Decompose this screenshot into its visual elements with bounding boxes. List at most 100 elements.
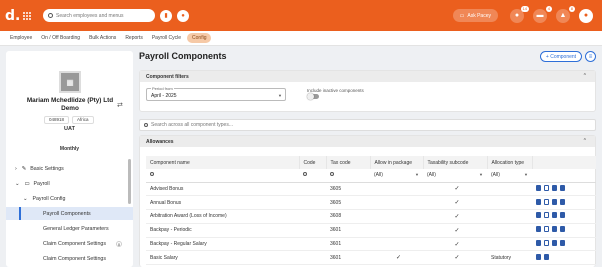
tax-code-filter[interactable] [326, 169, 370, 183]
edit-icon[interactable] [544, 253, 549, 260]
copy-icon[interactable] [544, 198, 549, 205]
search-icon [48, 13, 53, 18]
delete-icon[interactable] [560, 240, 565, 247]
calculator-icon[interactable] [536, 240, 541, 247]
sidebar-item-payroll-components[interactable]: Payroll Components [6, 207, 133, 220]
column-header-name[interactable]: Component name [146, 156, 300, 169]
calculator-icon[interactable] [536, 184, 541, 191]
allow-package [370, 195, 423, 211]
copy-icon[interactable] [544, 212, 549, 219]
allocation-type [487, 195, 532, 211]
allocation-type: Statutory [487, 250, 532, 266]
sidebar-item-claim-settings[interactable]: Claim Component Settings 0 [6, 237, 133, 250]
allow-package [370, 182, 423, 197]
name-filter[interactable] [146, 169, 299, 183]
profile-avatar[interactable]: ● [579, 8, 593, 23]
nav-bulk-actions[interactable]: Bulk Actions [89, 35, 116, 41]
package-filter-value: (All) [374, 172, 383, 179]
row-actions [532, 237, 596, 252]
edit-icon[interactable] [552, 240, 557, 247]
notifications-icon[interactable]: ● 14 [510, 5, 529, 23]
user-icon[interactable]: ● [177, 9, 189, 22]
calculator-icon[interactable] [536, 226, 541, 233]
component-code [299, 182, 326, 197]
package-filter[interactable]: (All) ▼ [370, 169, 423, 183]
nav-onboarding[interactable]: On / Off Boarding [41, 35, 80, 41]
messages-icon[interactable]: ▬ 4 [533, 5, 552, 23]
chevron-down-icon: ⌄ [23, 195, 28, 202]
column-header-allocation[interactable]: Allocation type [487, 156, 533, 169]
table-row[interactable]: Backpay - Regular Salary 3601 ✓ [146, 237, 596, 252]
edit-icon[interactable] [552, 184, 557, 191]
nav-employee[interactable]: Employee [10, 35, 32, 41]
apps-grid-icon[interactable] [23, 11, 31, 20]
allocation-filter[interactable]: (All) ▼ [487, 169, 532, 183]
component-name: Backpay - Periodic [146, 223, 299, 238]
period-value: April - 2025 [151, 93, 177, 99]
allow-package: ✓ [370, 250, 423, 266]
column-header-taxability[interactable]: Taxability subcode [423, 156, 488, 169]
nav-reports[interactable]: Reports [125, 35, 143, 41]
table-row[interactable]: Arbitration Award (Loss of Income) 3608 … [146, 209, 596, 224]
table-row[interactable]: Basic Salary 3601 ✓ ✓ Statutory [146, 250, 596, 266]
period-select[interactable]: Period from April - 2025 ▼ [146, 86, 286, 101]
calculator-icon[interactable] [536, 212, 541, 219]
nav-config[interactable]: Config [187, 33, 212, 43]
sidebar-item-basic-settings[interactable]: › ✎ Basic Settings [6, 162, 133, 175]
sidebar-item-label: Payroll Config [32, 195, 66, 202]
copy-icon[interactable] [544, 226, 549, 233]
inactive-toggle[interactable] [307, 93, 319, 100]
app-logo[interactable]: d. [5, 9, 20, 23]
column-header-code[interactable]: Code [299, 156, 327, 169]
taxability-check: ✓ [423, 250, 487, 266]
sidebar-item-payroll-config[interactable]: ⌄ Payroll Config [6, 192, 133, 205]
ask-pacey-button[interactable]: ▭ Ask Pacey [452, 9, 498, 22]
nav-payroll-cycle[interactable]: Payroll Cycle [152, 35, 181, 41]
table-row[interactable]: Advised Bonus 3605 ✓ [146, 182, 596, 197]
copy-icon[interactable] [544, 240, 549, 247]
delete-icon[interactable] [560, 212, 565, 219]
sidebar-item-label: Claim Component Settings [43, 255, 107, 262]
delete-icon[interactable] [560, 226, 565, 233]
sidebar-item-label: Payroll Components [43, 210, 91, 217]
copy-icon[interactable] [544, 184, 549, 191]
component-filters-header[interactable]: Component filters ⌃ [140, 71, 595, 82]
allowances-header[interactable]: Allowances ⌃ [140, 136, 595, 147]
allocation-filter-value: (All) [491, 172, 500, 179]
delete-icon[interactable] [560, 198, 565, 205]
code-filter[interactable] [299, 169, 326, 183]
global-search-placeholder: Search employees and menus [56, 12, 124, 19]
calculator-icon[interactable] [536, 198, 541, 205]
sidebar-item-general-ledger[interactable]: General Ledger Parameters [6, 222, 133, 235]
add-component-button[interactable]: + Component [540, 51, 582, 62]
taxability-check: ✓ [423, 195, 487, 211]
calculator-icon[interactable] [536, 253, 541, 260]
component-code [299, 195, 326, 211]
component-search-input[interactable]: Search across all component types... [139, 119, 596, 131]
table-row[interactable]: Annual Bonus 3605 ✓ [146, 195, 596, 211]
global-search-input[interactable]: Search employees and menus [43, 9, 155, 22]
sidebar-item-claim-settings-2[interactable]: Claim Component Settings [6, 252, 133, 265]
alerts-icon[interactable]: ▲ 8 [556, 5, 575, 23]
sidebar-item-payroll[interactable]: ⌄ ▭ Payroll [6, 177, 133, 190]
chevron-up-icon[interactable]: ⌃ [583, 138, 587, 144]
edit-icon[interactable] [552, 198, 557, 205]
taxability-filter[interactable]: (All) ▼ [423, 169, 487, 183]
delete-icon[interactable] [560, 184, 565, 191]
table-row[interactable]: Backpay - Periodic 3601 ✓ [146, 223, 596, 238]
notifications-badge: 14 [520, 5, 529, 12]
frequency-label: Monthly [59, 146, 80, 152]
column-header-tax-code[interactable]: Tax code [326, 156, 371, 169]
allocation-type [487, 223, 532, 238]
messages-badge: 4 [545, 5, 552, 12]
edit-icon[interactable] [552, 226, 557, 233]
switch-company-icon[interactable]: ⇄ [117, 101, 123, 109]
chevron-up-icon[interactable]: ⌃ [583, 73, 587, 79]
edit-icon[interactable] [552, 212, 557, 219]
bookmark-icon[interactable]: ▮ [160, 9, 172, 22]
menu-icon[interactable]: ≡ [585, 51, 596, 62]
sidebar-scrollbar[interactable] [128, 159, 131, 204]
column-header-allow-package[interactable]: Allow in package [370, 156, 424, 169]
selection-indicator [19, 207, 21, 220]
tax-code: 3605 [326, 195, 370, 211]
